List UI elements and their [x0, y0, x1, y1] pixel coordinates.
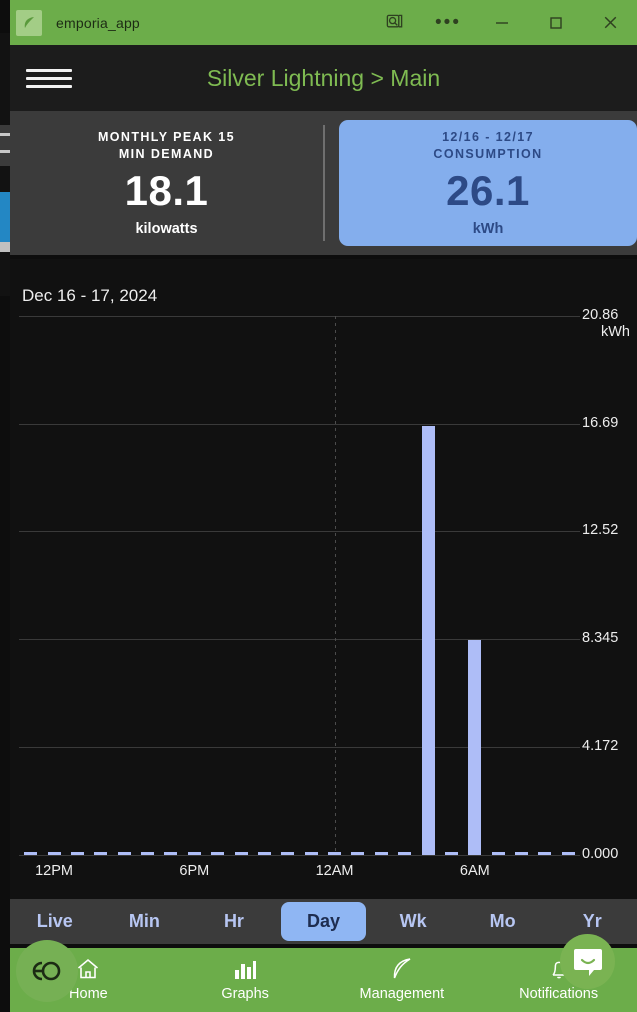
- app-header: Silver Lightning > Main: [10, 45, 637, 111]
- chart-bar[interactable]: [375, 852, 388, 855]
- nav-label-management: Management: [360, 986, 445, 1002]
- bar-chart-icon: [232, 954, 258, 984]
- chart-x-tick-label: 6PM: [179, 863, 209, 879]
- leaf-icon: [16, 10, 42, 36]
- nav-label-graphs: Graphs: [221, 986, 269, 1002]
- ellipsis-icon: •••: [435, 18, 461, 28]
- chart-bar[interactable]: [211, 852, 224, 855]
- page-title: Silver Lightning > Main: [10, 65, 637, 92]
- chart-gridline: [19, 855, 580, 856]
- range-tab-min[interactable]: Min: [102, 902, 188, 941]
- chart-y-tick-label: 20.86: [582, 307, 637, 323]
- close-button[interactable]: [583, 0, 637, 45]
- chart-bar[interactable]: [48, 852, 61, 855]
- chart-bar[interactable]: [305, 852, 318, 855]
- range-tab-hr[interactable]: Hr: [191, 902, 277, 941]
- peak-demand-label-line1: MONTHLY PEAK 15: [98, 130, 235, 144]
- chart-bar[interactable]: [538, 852, 551, 855]
- chart-bar[interactable]: [141, 852, 154, 855]
- chart-bar[interactable]: [445, 852, 458, 855]
- co-logo-icon[interactable]: [16, 940, 78, 1002]
- consumption-date-range: 12/16 - 12/17: [442, 130, 534, 144]
- bottom-navigation: Home Graphs Management: [10, 948, 637, 1012]
- hamburger-menu-icon[interactable]: [26, 69, 72, 88]
- app-window: emporia_app ••• Silver Lightning > Main: [0, 0, 637, 1012]
- range-tab-wk[interactable]: Wk: [370, 902, 456, 941]
- peak-demand-card[interactable]: MONTHLY PEAK 15 MIN DEMAND 18.1 kilowatt…: [10, 111, 323, 255]
- chart-bar[interactable]: [164, 852, 177, 855]
- chart-x-tick-label: 12AM: [316, 863, 354, 879]
- time-range-tabs: LiveMinHrDayWkMoYr: [10, 899, 637, 944]
- chart-bar[interactable]: [328, 852, 341, 855]
- chart-panel: Dec 16 - 17, 2024 20.86 16.69 12.52 8.345 4.…: [10, 259, 637, 899]
- peak-demand-label-line2: MIN DEMAND: [119, 147, 214, 161]
- chart-bar[interactable]: [492, 852, 505, 855]
- range-tab-live[interactable]: Live: [12, 902, 98, 941]
- chat-bubble-icon[interactable]: [560, 934, 615, 989]
- window-title: emporia_app: [56, 15, 140, 31]
- summary-cards: MONTHLY PEAK 15 MIN DEMAND 18.1 kilowatt…: [10, 111, 637, 255]
- chart-bar[interactable]: [351, 852, 364, 855]
- chart-day-boundary-line: [335, 316, 336, 855]
- home-icon: [75, 954, 101, 984]
- chart-y-tick-label: 8.345: [582, 630, 637, 646]
- peak-demand-label: MONTHLY PEAK 15 MIN DEMAND: [98, 129, 235, 163]
- chart-bar[interactable]: [515, 852, 528, 855]
- chart-bar[interactable]: [562, 852, 575, 855]
- chart-bar[interactable]: [235, 852, 248, 855]
- nav-label-home: Home: [69, 986, 108, 1002]
- chart-bar[interactable]: [94, 852, 107, 855]
- chart-y-tick-label: 12.52: [582, 522, 637, 538]
- chart-gridline: [19, 639, 580, 640]
- chart-x-axis: 12PM 6PM 12AM 6AM: [19, 863, 580, 889]
- nav-item-graphs[interactable]: Graphs: [167, 948, 324, 1002]
- consumption-card[interactable]: 12/16 - 12/17 CONSUMPTION 26.1 kWh: [339, 120, 637, 246]
- chart-y-tick-label: 16.69: [582, 415, 637, 431]
- chart-x-tick-label: 12PM: [35, 863, 73, 879]
- chart-gridline: [19, 747, 580, 748]
- leaf-icon: [389, 954, 415, 984]
- snip-icon[interactable]: [367, 0, 421, 45]
- chart-y-tick-label: 4.172: [582, 738, 637, 754]
- chart-bar[interactable]: [118, 852, 131, 855]
- window-titlebar: emporia_app •••: [10, 0, 637, 45]
- maximize-button[interactable]: [529, 0, 583, 45]
- more-options-button[interactable]: •••: [421, 0, 475, 45]
- background-window-sliver: [0, 33, 10, 263]
- chart-y-axis: 20.8616.6912.528.3454.1720.000kWh: [582, 316, 637, 861]
- peak-demand-value: 18.1: [125, 167, 209, 215]
- chart-plot-area[interactable]: [19, 316, 580, 855]
- range-tab-day[interactable]: Day: [281, 902, 367, 941]
- consumption-unit: kWh: [473, 221, 504, 237]
- chart-bar[interactable]: [71, 852, 84, 855]
- chart-bar[interactable]: [398, 852, 411, 855]
- chart-bar[interactable]: [258, 852, 271, 855]
- chart-bar[interactable]: [281, 852, 294, 855]
- consumption-value: 26.1: [446, 167, 530, 215]
- chart-x-tick-label: 6AM: [460, 863, 490, 879]
- chart-y-tick-label: 0.000: [582, 846, 637, 862]
- range-tab-mo[interactable]: Mo: [460, 902, 546, 941]
- nav-item-management[interactable]: Management: [324, 948, 481, 1002]
- chart-bar[interactable]: [24, 852, 37, 855]
- peak-demand-unit: kilowatts: [135, 221, 197, 237]
- card-divider: [323, 125, 325, 241]
- consumption-label: 12/16 - 12/17 CONSUMPTION: [433, 129, 542, 163]
- chart-bar[interactable]: [422, 426, 435, 855]
- chart-bar[interactable]: [188, 852, 201, 855]
- chart-gridline: [19, 316, 580, 317]
- chart-bar[interactable]: [468, 640, 481, 855]
- chart-gridline: [19, 424, 580, 425]
- chart-gridline: [19, 531, 580, 532]
- consumption-label-line2: CONSUMPTION: [433, 147, 542, 161]
- chart-title: Dec 16 - 17, 2024: [22, 286, 157, 306]
- chart-y-axis-unit: kWh: [582, 324, 630, 340]
- minimize-button[interactable]: [475, 0, 529, 45]
